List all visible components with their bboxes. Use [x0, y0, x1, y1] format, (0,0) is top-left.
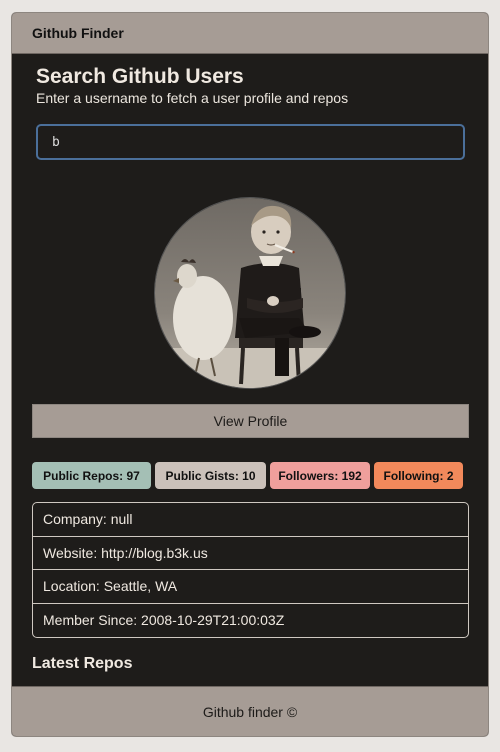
info-location: Location: Seattle, WA — [33, 570, 468, 604]
app-window: Github Finder Search Github Users Enter … — [11, 12, 489, 737]
footer: Github finder © — [12, 686, 488, 736]
public-gists-badge: Public Gists: 10 — [155, 462, 266, 489]
footer-text: Github finder © — [202, 703, 298, 720]
search-title: Search Github Users — [36, 65, 244, 88]
search-input[interactable] — [36, 124, 465, 160]
avatar — [154, 197, 346, 389]
latest-repos-heading: Latest Repos — [32, 655, 133, 672]
followers-badge: Followers: 192 — [270, 462, 370, 489]
info-company: Company: null — [33, 503, 468, 537]
following-badge: Following: 2 — [374, 462, 463, 489]
search-subtitle: Enter a username to fetch a user profile… — [36, 90, 349, 106]
navbar-brand[interactable]: Github Finder — [32, 25, 124, 41]
public-repos-badge: Public Repos: 97 — [32, 462, 151, 489]
main-content: Search Github Users Enter a username to … — [12, 65, 488, 673]
stats-badges: Public Repos: 97 Public Gists: 10 Follow… — [32, 462, 468, 489]
info-website: Website: http://blog.b3k.us — [33, 537, 468, 570]
navbar: Github Finder — [12, 13, 488, 54]
user-avatar-icon — [155, 198, 345, 388]
info-member-since: Member Since: 2008-10-29T21:00:03Z — [43, 612, 285, 629]
user-info-list: Company: null Website: http://blog.b3k.u… — [32, 502, 469, 638]
view-profile-button[interactable]: View Profile — [32, 404, 469, 438]
